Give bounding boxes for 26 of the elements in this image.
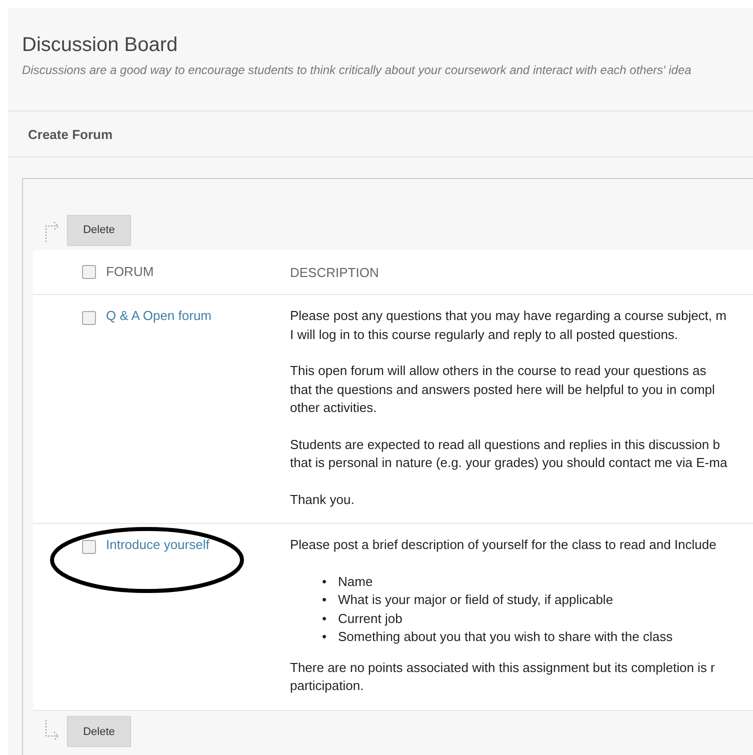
forum-link[interactable]: Introduce yourself: [106, 537, 210, 552]
checkbox[interactable]: [82, 265, 96, 279]
delete-button[interactable]: Delete: [67, 214, 131, 246]
column-header: DESCRIPTION: [290, 264, 379, 280]
forum-link[interactable]: Q & A Open forum: [106, 308, 212, 323]
bullet-item: What is your major or field of study, if applicable: [338, 591, 614, 609]
checkbox[interactable]: [82, 540, 96, 554]
bullet-marker: •: [322, 628, 328, 646]
column-header: FORUM: [106, 264, 154, 279]
page-title: Discussion Board: [22, 34, 179, 57]
bullet-marker: •: [322, 610, 328, 628]
description-paragraph: Please post a brief description of yourself for the class to read and Include: [290, 536, 716, 554]
bullet-item: Something about you that you wish to share with the class: [338, 628, 673, 646]
bullet-marker: •: [322, 591, 328, 609]
description-paragraph: Thank you.: [290, 490, 356, 509]
delete-button[interactable]: Delete: [67, 716, 131, 747]
create-forum-link[interactable]: Create Forum: [28, 126, 113, 142]
page-description: Discussions are a good way to encourage students to think critically about your coursework and interact with each others' idea: [22, 63, 692, 77]
bullet-item: Current job: [338, 610, 402, 628]
description-paragraph: This open forum will allow others in the course to read your questions as that the questions and answers posted here will be helpful to you in compl other activities.: [290, 362, 716, 417]
bullet-marker: •: [322, 572, 328, 590]
description-paragraph: Please post any questions that you may have regarding a course subject, m I will log in to this course regularly and reply to all posted questions.: [290, 307, 728, 344]
description-paragraph: There are no points associated with this assignment but its completion is r participation.: [290, 658, 716, 695]
checkbox[interactable]: [82, 311, 96, 325]
bullet-item: Name: [338, 572, 373, 590]
description-paragraph: Students are expected to read all questions and replies in this discussion b that is personal in nature (e.g. your grades) you should contact me via E-ma: [290, 436, 728, 472]
